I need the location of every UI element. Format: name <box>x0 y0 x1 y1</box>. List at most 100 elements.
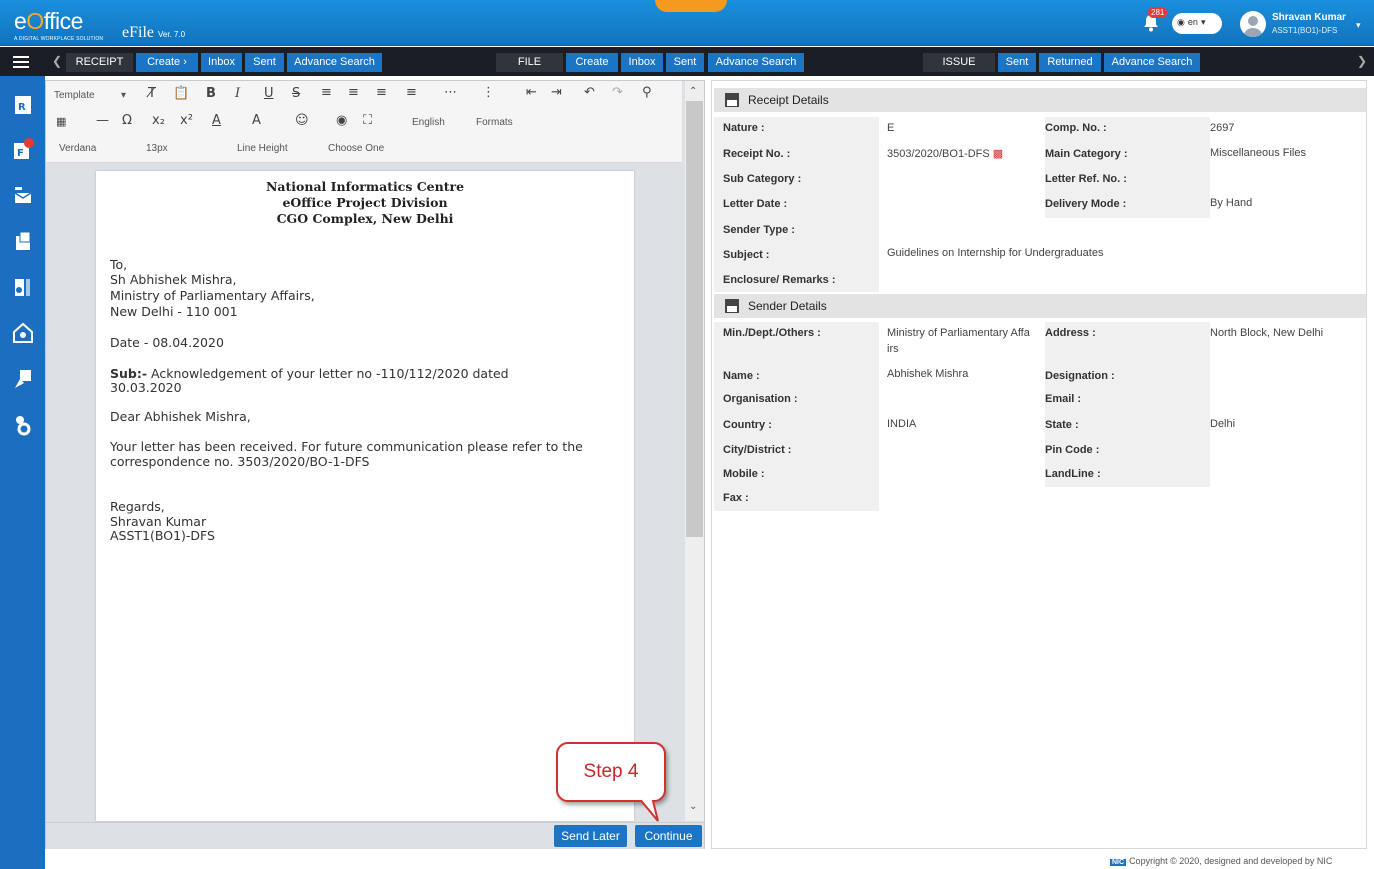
doc-body-line1: Your letter has been received. For futur… <box>110 439 583 454</box>
subject-label: Subject : <box>714 243 879 268</box>
table-icon[interactable]: ▦ <box>56 115 66 128</box>
template-dropdown[interactable]: Template <box>54 90 95 101</box>
underline-icon[interactable]: U <box>264 86 274 101</box>
app-name-text: eFile <box>122 24 154 41</box>
special-char-icon[interactable]: Ω <box>122 113 132 128</box>
city-label: City/District : <box>714 438 879 463</box>
user-avatar[interactable] <box>1240 11 1266 37</box>
language-label: en <box>1187 17 1198 27</box>
nav-issue-advance-search[interactable]: Advance Search <box>1104 53 1200 72</box>
svg-text:F: F <box>17 148 24 159</box>
org-name: National Informatics Centre <box>265 179 465 194</box>
italic-icon[interactable]: I <box>235 86 240 101</box>
scroll-down-icon[interactable]: ⌄ <box>689 801 697 812</box>
align-left-icon[interactable]: ≡ <box>321 85 332 100</box>
choose-one-dropdown[interactable]: Choose One <box>328 143 384 154</box>
text-color-icon[interactable]: A <box>212 113 221 128</box>
user-name[interactable]: Shravan Kumar <box>1272 12 1346 23</box>
paste-icon[interactable]: 📋 <box>173 86 189 101</box>
align-justify-icon[interactable]: ≡ <box>406 85 417 100</box>
font-family-dropdown[interactable]: Verdana <box>59 143 96 154</box>
template-chevron-icon[interactable]: ▾ <box>121 90 126 101</box>
bullet-list-icon[interactable]: ⋯ <box>444 85 457 100</box>
main-navbar: ❮ RECEIPT Create › Inbox Sent Advance Se… <box>0 47 1374 76</box>
nav-issue-returned[interactable]: Returned <box>1039 53 1101 72</box>
footer-text: Copyright © 2020, designed and developed… <box>1129 856 1333 866</box>
nav-receipt-create-label: Create <box>147 56 181 68</box>
numbered-list-icon[interactable]: ⋮ <box>482 85 495 100</box>
nic-logo: NIC <box>1110 859 1127 866</box>
superscript-icon[interactable]: x² <box>180 113 193 128</box>
formats-dropdown[interactable]: Formats <box>476 117 513 128</box>
nav-receipt-create[interactable]: Create › <box>136 53 198 72</box>
left-sidebar: R F <box>0 76 45 869</box>
outdent-icon[interactable]: ⇤ <box>526 85 537 100</box>
dispatch-module-icon[interactable] <box>12 184 34 206</box>
nav-receipt-advance-search[interactable]: Advance Search <box>287 53 382 72</box>
globe-icon: ◉ <box>1177 17 1185 27</box>
nav-file-create[interactable]: Create <box>566 53 618 72</box>
nav-scroll-left-icon[interactable]: ❮ <box>52 54 64 73</box>
nav-file-sent[interactable]: Sent <box>666 53 704 72</box>
doc-date: Date - 08.04.2020 <box>110 335 224 350</box>
horizontal-line-icon[interactable]: — <box>96 113 109 128</box>
editor-scrollbar-thumb[interactable] <box>686 101 703 537</box>
language-dropdown[interactable]: English <box>412 117 445 128</box>
nav-scroll-right-icon[interactable]: ❯ <box>1357 54 1369 73</box>
scroll-up-icon[interactable]: ⌃ <box>689 86 697 97</box>
receipt-details-icon <box>725 93 739 107</box>
bold-icon[interactable]: B <box>206 86 216 101</box>
landline-label: LandLine : <box>1045 463 1210 487</box>
notes-module-icon[interactable] <box>12 368 34 390</box>
indent-icon[interactable]: ⇥ <box>551 85 562 100</box>
top-header: eOffice A DIGITAL WORKPLACE SOLUTION eFi… <box>0 0 1374 46</box>
nav-receipt-inbox[interactable]: Inbox <box>201 53 242 72</box>
subscript-icon[interactable]: x₂ <box>152 113 165 128</box>
strikethrough-icon[interactable]: S <box>292 86 300 101</box>
doc-subject: Sub:- Acknowledgement of your letter no … <box>110 366 509 381</box>
file-module-icon[interactable]: F <box>12 138 34 160</box>
fullscreen-icon[interactable]: ⛶ <box>363 113 372 128</box>
emoticon-icon[interactable]: ☺ <box>295 113 309 128</box>
dak-module-icon[interactable] <box>12 276 34 298</box>
sender-type-label: Sender Type : <box>714 218 879 243</box>
doc-subject-text: Acknowledgement of your letter no -110/1… <box>147 366 509 381</box>
undo-icon[interactable]: ↶ <box>584 85 595 100</box>
hamburger-menu-icon[interactable] <box>13 56 29 68</box>
doc-subject-date: 30.03.2020 <box>110 380 182 395</box>
continue-button[interactable]: Continue <box>635 825 702 847</box>
document-page[interactable]: National Informatics Centre eOffice Proj… <box>96 171 634 821</box>
nav-file-inbox[interactable]: Inbox <box>621 53 663 72</box>
align-center-icon[interactable]: ≡ <box>348 85 359 100</box>
name-label: Name : <box>714 364 879 388</box>
doc-salutation: Dear Abhishek Mishra, <box>110 409 251 424</box>
eoffice-logo[interactable]: eOffice A DIGITAL WORKPLACE SOLUTION <box>14 8 103 42</box>
language-selector[interactable]: ◉ en ▾ <box>1172 13 1222 34</box>
find-icon[interactable]: ⚲ <box>642 85 652 100</box>
pdf-icon[interactable]: ▩ <box>993 148 1003 160</box>
align-right-icon[interactable]: ≡ <box>376 85 387 100</box>
receipt-no-label: Receipt No. : <box>714 142 879 167</box>
nav-file-advance-search[interactable]: Advance Search <box>708 53 804 72</box>
send-later-button[interactable]: Send Later <box>554 825 627 847</box>
receipt-no-value: 3503/2020/BO1-DFS ▩ <box>887 147 1003 160</box>
doc-signatory-role: ASST1(BO1)-DFS <box>110 528 215 543</box>
redo-icon[interactable]: ↷ <box>612 85 623 100</box>
settings-module-icon[interactable] <box>12 414 34 436</box>
receipt-no-text: 3503/2020/BO1-DFS <box>887 148 990 160</box>
nav-issue-sent[interactable]: Sent <box>998 53 1036 72</box>
nav-receipt-sent[interactable]: Sent <box>245 53 284 72</box>
organisation-label: Organisation : <box>714 388 879 413</box>
user-menu-caret-icon[interactable]: ▾ <box>1356 20 1361 31</box>
clear-format-icon[interactable]: T̸ <box>148 86 156 101</box>
font-size-dropdown[interactable]: 13px <box>146 143 168 154</box>
delivery-mode-value: By Hand <box>1210 197 1253 209</box>
home-module-icon[interactable] <box>12 322 34 344</box>
line-height-dropdown[interactable]: Line Height <box>237 143 288 154</box>
receipt-module-icon[interactable]: R <box>12 94 34 116</box>
sub-category-label: Sub Category : <box>714 167 879 192</box>
highlight-color-icon[interactable]: A <box>252 113 261 128</box>
preview-icon[interactable]: ◉ <box>336 113 347 128</box>
collapse-header-tab[interactable] <box>655 0 727 12</box>
mail-module-icon[interactable] <box>12 230 34 252</box>
